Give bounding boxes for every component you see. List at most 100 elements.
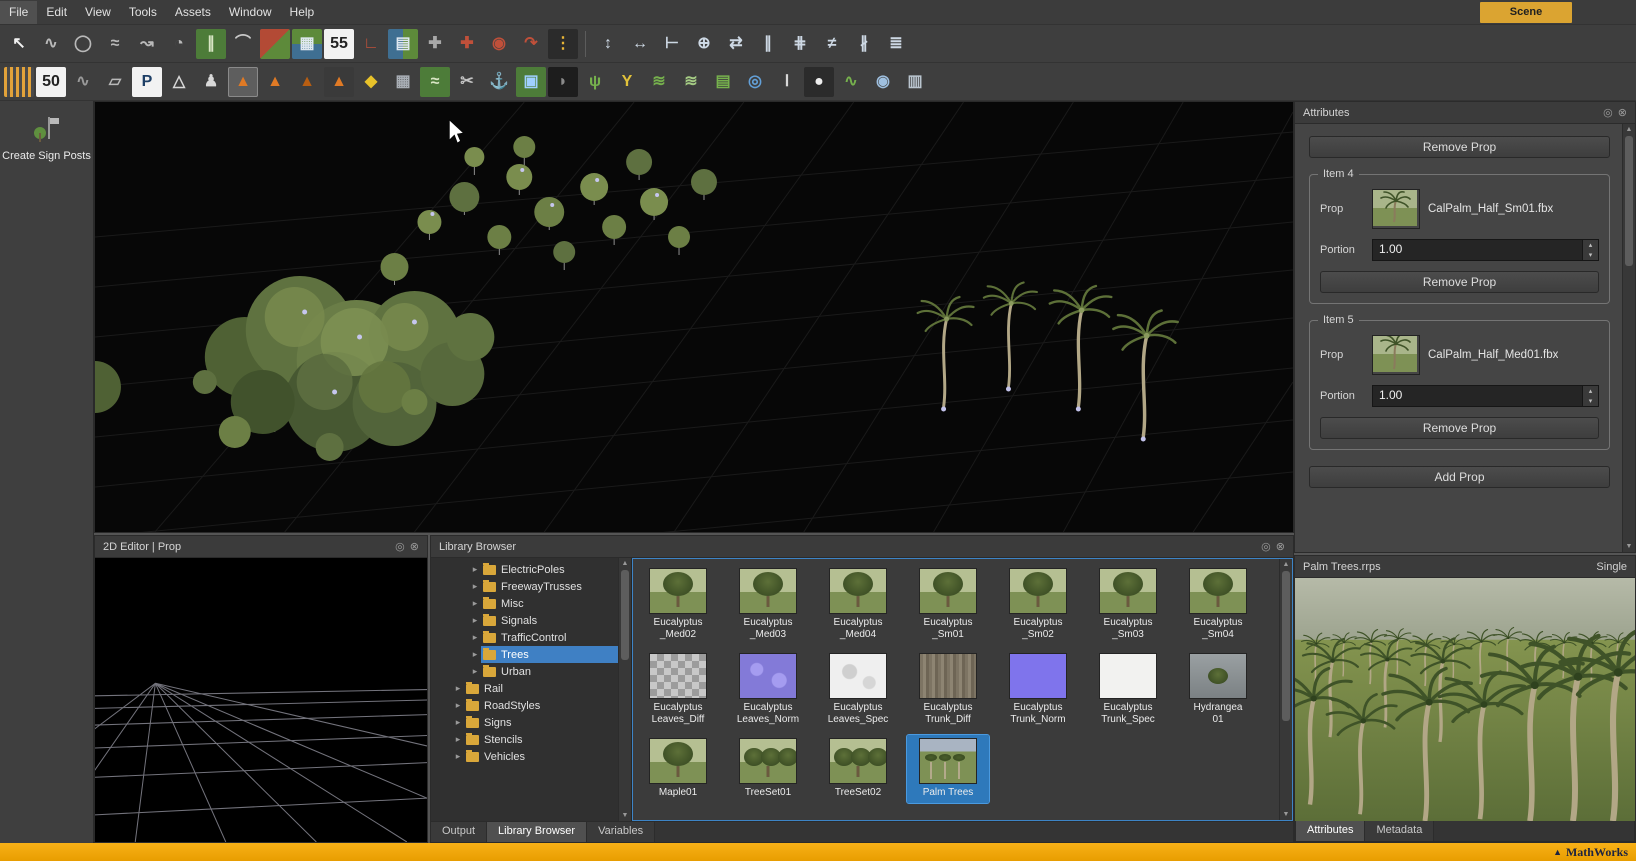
expand-arrow-icon[interactable]: ▸ [452, 700, 464, 711]
asset-eucalyptus-_sm04[interactable]: Eucalyptus _Sm04 [1177, 565, 1259, 644]
lane-swap-icon[interactable]: ⇄ [721, 29, 751, 59]
road-style-icon[interactable] [4, 66, 34, 97]
measure-tool-icon[interactable]: Ⅰ [772, 67, 802, 97]
branch-tool-icon[interactable]: Y [612, 67, 642, 97]
panel-float-icon[interactable]: ⊗ [1276, 540, 1285, 553]
remove-prop-button[interactable]: Remove Prop [1320, 417, 1599, 439]
polygon-tool-icon[interactable]: ▱ [100, 67, 130, 97]
expand-arrow-icon[interactable]: ▸ [452, 717, 464, 728]
bridge-tool-icon[interactable]: ⌒ [228, 29, 258, 59]
select-cursor-icon[interactable]: ↖ [4, 29, 34, 59]
spin-up-icon[interactable]: ▴ [1583, 240, 1598, 250]
prop-thumbnail[interactable] [1372, 333, 1420, 375]
tree-item-trafficcontrol[interactable]: ▸ TrafficControl [431, 629, 618, 646]
city-blocks-icon[interactable]: ▤ [388, 28, 418, 59]
building-tool-icon[interactable]: ▦ [388, 67, 418, 97]
preview-tab-attributes[interactable]: Attributes [1296, 821, 1366, 841]
dock-tab-variables[interactable]: Variables [587, 822, 656, 842]
spin-up-icon[interactable]: ▴ [1583, 386, 1598, 396]
tree-item-urban[interactable]: ▸ Urban [431, 663, 618, 680]
viewport-3d[interactable] [94, 101, 1294, 533]
panel-options-icon[interactable]: ◎ [1603, 106, 1613, 119]
scroll-down-icon[interactable]: ▼ [1626, 542, 1633, 551]
asset-hydrangea-01[interactable]: Hydrangea 01 [1177, 650, 1259, 729]
expand-arrow-icon[interactable]: ▸ [469, 564, 481, 575]
asset-eucalyptus-_sm03[interactable]: Eucalyptus _Sm03 [1087, 565, 1169, 644]
terrain-tool-icon[interactable]: ≈ [420, 66, 450, 97]
asset-eucalyptus-trunk_norm[interactable]: Eucalyptus Trunk_Norm [997, 650, 1079, 729]
speed-limit-55-icon[interactable]: 55 [324, 28, 354, 59]
panel-float-icon[interactable]: ⊗ [1618, 106, 1627, 119]
expand-arrow-icon[interactable]: ▸ [452, 734, 464, 745]
add-prop-button[interactable]: Add Prop [1309, 466, 1610, 488]
surface-layer-icon[interactable]: ≋ [644, 67, 674, 97]
copy-stack-icon[interactable]: ▥ [900, 67, 930, 97]
scroll-down-icon[interactable]: ▼ [622, 811, 629, 820]
speed-sign-50-icon[interactable]: 50 [36, 66, 66, 97]
attributes-scrollbar[interactable]: ▲ ▼ [1622, 124, 1635, 552]
prop-pair-icon[interactable]: ▲ [260, 67, 290, 97]
tree-item-signs[interactable]: ▸ Signs [431, 714, 618, 731]
asset-eucalyptus-leaves_diff[interactable]: Eucalyptus Leaves_Diff [637, 650, 719, 729]
scene-preview-icon[interactable]: ◉ [868, 67, 898, 97]
lane-cross-section-icon[interactable]: ⋕ [785, 29, 815, 59]
crosswalk-tool-icon[interactable]: △ [164, 67, 194, 97]
hazard-sign-icon[interactable]: ◆ [356, 67, 386, 97]
anchor-tool-icon[interactable]: ⚓ [484, 67, 514, 97]
menu-edit[interactable]: Edit [37, 1, 76, 24]
lane-handle-icon[interactable]: ⊕ [689, 29, 719, 59]
menu-view[interactable]: View [76, 1, 120, 24]
menu-assets[interactable]: Assets [166, 1, 220, 24]
parking-tool-icon[interactable]: P [132, 66, 162, 97]
spin-down-icon[interactable]: ▾ [1583, 396, 1598, 406]
road-width-icon[interactable]: ↔ [625, 29, 655, 59]
panel-options-icon[interactable]: ◎ [395, 540, 405, 553]
asset-eucalyptus-leaves_spec[interactable]: Eucalyptus Leaves_Spec [817, 650, 899, 729]
lane-marking-icon[interactable]: ≣ [881, 29, 911, 59]
scroll-up-icon[interactable]: ▲ [1283, 560, 1290, 569]
panel-options-icon[interactable]: ◎ [1261, 540, 1271, 553]
asset-palm-trees[interactable]: Palm Trees [906, 734, 990, 804]
tree-scrollbar[interactable]: ▲ ▼ [618, 558, 631, 821]
portion-spinbox[interactable]: 1.00 ▴ ▾ [1372, 239, 1599, 261]
asset-eucalyptus-_sm01[interactable]: Eucalyptus _Sm01 [907, 565, 989, 644]
spiral-curve-icon[interactable]: ↝ [132, 29, 162, 59]
lane-table-icon[interactable]: ▦ [292, 28, 322, 59]
preview-viewport[interactable] [1295, 578, 1635, 821]
s-curve-tool-icon[interactable]: ∿ [36, 29, 66, 59]
highway-tool-icon[interactable]: ∥ [196, 28, 226, 59]
scroll-up-icon[interactable]: ▲ [622, 559, 629, 568]
camera-tool-icon[interactable]: ● [804, 66, 834, 97]
scroll-thumb[interactable] [1282, 571, 1290, 721]
tree-item-signals[interactable]: ▸ Signals [431, 612, 618, 629]
asset-eucalyptus-_med03[interactable]: Eucalyptus _Med03 [727, 565, 809, 644]
prop-thumbnail[interactable] [1372, 189, 1420, 229]
tree-item-vehicles[interactable]: ▸ Vehicles [431, 748, 618, 765]
menu-help[interactable]: Help [281, 1, 324, 24]
tree-item-rail[interactable]: ▸ Rail [431, 680, 618, 697]
remove-prop-button[interactable]: Remove Prop [1309, 136, 1610, 158]
expand-arrow-icon[interactable]: ▸ [452, 751, 464, 762]
junction-red-icon[interactable]: ✚ [452, 29, 482, 59]
tree-item-stencils[interactable]: ▸ Stencils [431, 731, 618, 748]
layer-stack-icon[interactable]: ▤ [708, 67, 738, 97]
expand-arrow-icon[interactable]: ▸ [469, 581, 481, 592]
asset-scrollbar[interactable]: ▲ ▼ [1279, 559, 1292, 820]
pedestrian-tool-icon[interactable]: ♟ [196, 67, 226, 97]
asset-treeset01[interactable]: TreeSet01 [727, 735, 809, 803]
asset-maple01[interactable]: Maple01 [637, 735, 719, 803]
asset-eucalyptus-trunk_spec[interactable]: Eucalyptus Trunk_Spec [1087, 650, 1169, 729]
vegetation-tool-icon[interactable]: ψ [580, 67, 610, 97]
prop-cone-tool-icon[interactable]: ▲ [228, 66, 258, 97]
asset-eucalyptus-_sm02[interactable]: Eucalyptus _Sm02 [997, 565, 1079, 644]
elevation-pin-icon[interactable]: ◎ [740, 67, 770, 97]
lane-parallel-icon[interactable]: ∥ [753, 29, 783, 59]
panel-float-icon[interactable]: ⊗ [410, 540, 419, 553]
circle-tool-icon[interactable]: ◯ [68, 29, 98, 59]
preview-mode-selector[interactable]: Single [1596, 561, 1627, 573]
road-corner-icon[interactable]: ∟ [356, 29, 386, 59]
asset-eucalyptus-leaves_norm[interactable]: Eucalyptus Leaves_Norm [727, 650, 809, 729]
repair-tool-icon[interactable]: ✂ [452, 67, 482, 97]
scroll-up-icon[interactable]: ▲ [1626, 125, 1633, 134]
prop-cone-dark-icon[interactable]: ▲ [292, 67, 322, 97]
